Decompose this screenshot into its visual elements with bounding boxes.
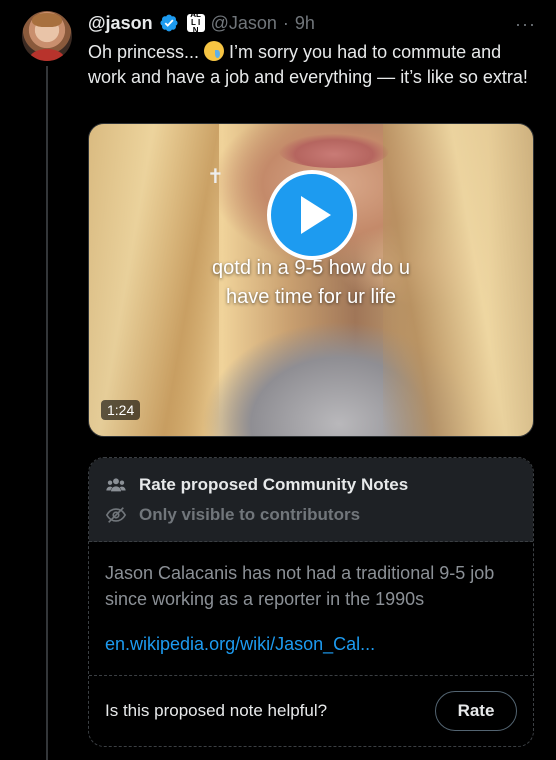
play-icon [301, 196, 331, 234]
community-icon [106, 478, 126, 492]
timestamp[interactable]: 9h [295, 13, 315, 34]
tweet-header: @jason ALL IN @Jason · 9h ··· [88, 10, 536, 36]
video-caption-line2: have time for ur life [225, 286, 397, 308]
video-player[interactable]: ✝ qotd in a 9-5 how do u have time for u… [88, 123, 534, 437]
earring-icon: ✝ [207, 166, 224, 188]
community-notes-title: Rate proposed Community Notes [139, 475, 409, 494]
community-notes-header: Rate proposed Community Notes Only visib… [89, 458, 533, 542]
avatar[interactable] [22, 11, 72, 61]
video-caption: qotd in a 9-5 how do u have time for ur … [89, 254, 533, 312]
community-notes-subtitle: Only visible to contributors [139, 505, 361, 524]
avatar-shirt [30, 49, 64, 61]
community-note-rating-row: Is this proposed note helpful? Rate [89, 676, 533, 746]
display-name[interactable]: @jason [88, 13, 153, 34]
avatar-hair [32, 13, 62, 27]
separator-dot: · [282, 12, 289, 33]
eye-slash-icon [105, 507, 127, 523]
org-badge[interactable]: ALL IN [186, 10, 205, 35]
community-notes-card: Rate proposed Community Notes Only visib… [88, 457, 534, 747]
verified-icon[interactable] [159, 13, 179, 33]
tweet-text-part1: Oh princess... [88, 42, 205, 62]
community-note-body: Jason Calacanis has not had a traditiona… [89, 542, 533, 676]
helpful-question: Is this proposed note helpful? [105, 701, 328, 720]
tweet-text: Oh princess... I’m sorry you had to comm… [88, 40, 540, 90]
thread-line [46, 66, 48, 760]
video-frame-lips [279, 134, 389, 168]
more-options-icon[interactable]: ··· [515, 14, 536, 35]
community-note-source-link[interactable]: en.wikipedia.org/wiki/Jason_Cal... [105, 634, 517, 655]
community-note-text: Jason Calacanis has not had a traditiona… [105, 563, 495, 609]
org-badge-text: ALL IN [190, 10, 201, 35]
rate-button[interactable]: Rate [435, 691, 517, 731]
play-button[interactable] [267, 170, 357, 260]
video-duration: 1:24 [101, 400, 141, 420]
crying-face-emoji-icon [204, 41, 225, 61]
handle[interactable]: @Jason [211, 13, 277, 34]
